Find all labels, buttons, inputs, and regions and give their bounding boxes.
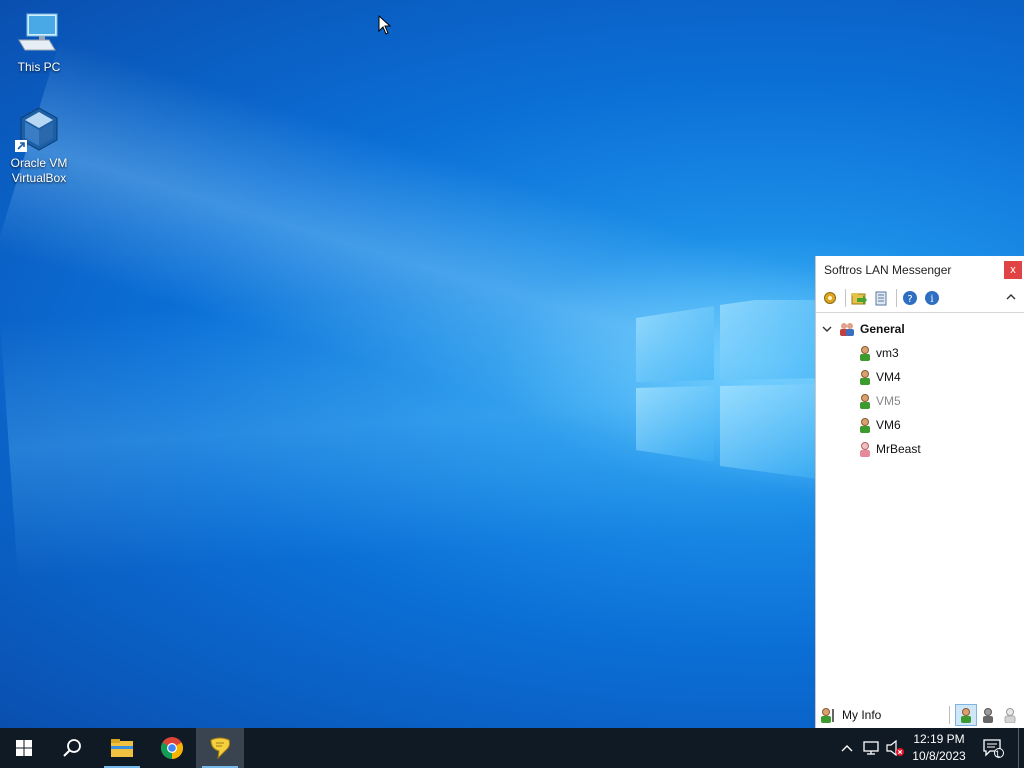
open-folder-icon[interactable] xyxy=(849,288,869,308)
svg-text:i: i xyxy=(930,294,933,305)
notification-icon xyxy=(983,739,1004,758)
toolbar-separator xyxy=(845,289,846,307)
user-online-icon xyxy=(860,418,870,433)
collapse-toolbar-icon[interactable] xyxy=(1004,289,1018,305)
user-name: vm3 xyxy=(876,346,899,360)
action-center-button[interactable]: 1 xyxy=(980,728,1006,768)
computer-icon xyxy=(15,10,63,58)
history-icon[interactable] xyxy=(871,288,891,308)
contact-tree: General vm3 VM4 VM5 VM6 MrBeast xyxy=(816,313,1024,461)
network-icon xyxy=(863,741,879,755)
status-separator xyxy=(949,706,950,724)
windows-logo-wallpaper xyxy=(636,300,826,480)
user-away-icon xyxy=(860,442,870,457)
window-title: Softros LAN Messenger xyxy=(824,263,952,277)
file-explorer-icon xyxy=(111,739,133,757)
volume-tray-button[interactable] xyxy=(884,728,906,768)
user-name: VM6 xyxy=(876,418,901,432)
softros-messenger-window[interactable]: Softros LAN Messenger x ? i General vm3 … xyxy=(816,256,1024,728)
virtualbox-label: Oracle VM VirtualBox xyxy=(10,156,68,185)
close-button[interactable]: x xyxy=(1004,261,1022,279)
chrome-icon xyxy=(161,737,183,759)
file-explorer-taskbar-button[interactable] xyxy=(98,728,146,768)
group-users-icon xyxy=(840,323,854,336)
help-icon[interactable]: ? xyxy=(900,288,920,308)
clock-time: 12:19 PM xyxy=(913,732,965,746)
user-row-vm5[interactable]: VM5 xyxy=(816,389,1024,413)
status-selector xyxy=(949,704,1020,726)
this-pc-label: This PC xyxy=(17,60,61,74)
my-info-button[interactable]: My Info xyxy=(816,707,881,723)
toolbar: ? i xyxy=(816,284,1024,313)
virtualbox-shortcut[interactable]: Oracle VM VirtualBox xyxy=(1,106,77,186)
status-offline-button[interactable] xyxy=(1000,705,1020,725)
user-name: VM4 xyxy=(876,370,901,384)
user-row-vm6[interactable]: VM6 xyxy=(816,413,1024,437)
group-general[interactable]: General xyxy=(816,317,1024,341)
mouse-cursor-icon xyxy=(378,15,392,35)
status-busy-button[interactable] xyxy=(978,705,998,725)
user-row-vm4[interactable]: VM4 xyxy=(816,365,1024,389)
my-info-label: My Info xyxy=(842,708,882,722)
softros-messenger-icon xyxy=(210,737,231,760)
info-icon[interactable]: i xyxy=(922,288,942,308)
network-tray-button[interactable] xyxy=(860,728,882,768)
volume-muted-icon xyxy=(886,740,904,756)
status-bar: My Info xyxy=(816,702,1024,728)
svg-text:?: ? xyxy=(907,294,912,305)
user-offline-icon xyxy=(860,394,870,409)
user-offline-icon xyxy=(1004,708,1016,723)
user-online-icon xyxy=(860,346,870,361)
chevron-down-icon[interactable] xyxy=(822,324,832,334)
show-desktop-button[interactable] xyxy=(1018,728,1024,768)
show-hidden-icons-button[interactable] xyxy=(838,728,856,768)
user-online-icon xyxy=(860,370,870,385)
toolbar-separator xyxy=(896,289,897,307)
user-row-mrbeast[interactable]: MrBeast xyxy=(816,437,1024,461)
status-online-button[interactable] xyxy=(955,704,977,726)
chevron-up-icon xyxy=(841,745,853,752)
virtualbox-icon xyxy=(15,106,63,154)
user-name: VM5 xyxy=(876,394,901,408)
user-row-vm3[interactable]: vm3 xyxy=(816,341,1024,365)
taskbar: 12:19 PM 10/8/2023 1 xyxy=(0,728,1024,768)
title-bar[interactable]: Softros LAN Messenger x xyxy=(816,256,1024,284)
user-busy-icon xyxy=(983,708,993,723)
softros-messenger-taskbar-button[interactable] xyxy=(196,728,244,768)
system-clock[interactable]: 12:19 PM 10/8/2023 xyxy=(906,731,972,765)
search-icon xyxy=(63,739,81,757)
user-online-icon xyxy=(961,708,971,723)
chrome-taskbar-button[interactable] xyxy=(148,728,196,768)
start-button[interactable] xyxy=(0,728,48,768)
search-button[interactable] xyxy=(48,728,96,768)
my-info-icon xyxy=(821,708,834,723)
settings-icon[interactable] xyxy=(820,288,840,308)
clock-date: 10/8/2023 xyxy=(912,749,966,763)
group-name: General xyxy=(860,322,905,336)
start-icon xyxy=(16,740,32,756)
user-name: MrBeast xyxy=(876,442,921,456)
notification-count: 1 xyxy=(995,749,1001,759)
this-pc-shortcut[interactable]: This PC xyxy=(1,10,77,75)
